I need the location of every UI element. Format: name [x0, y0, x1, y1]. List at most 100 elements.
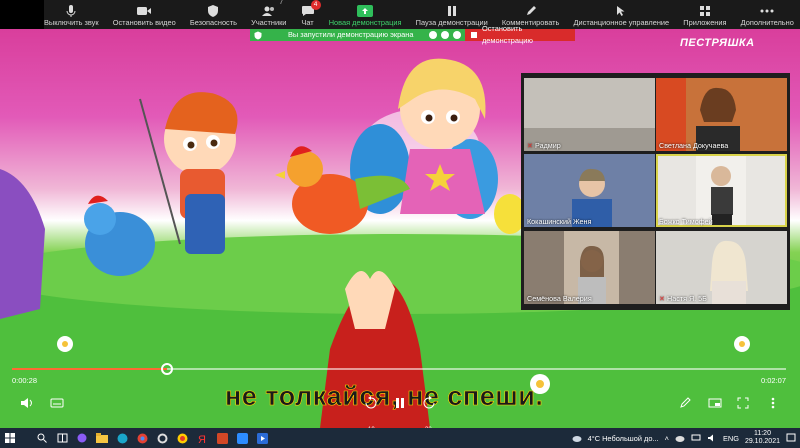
folder-icon [96, 433, 108, 443]
task-view-button[interactable] [52, 428, 72, 448]
more-button[interactable]: Дополнительно [741, 0, 794, 27]
participant-tile[interactable]: ✕ Настя Я. 5Б [656, 231, 787, 304]
shield-icon [208, 4, 219, 17]
chat-unread-badge: 4 [310, 0, 321, 10]
participant-tile[interactable]: Светлана Докучаева [656, 78, 787, 151]
speaker-icon[interactable] [707, 434, 717, 442]
yandex-button[interactable]: Я [192, 428, 212, 448]
miniplayer-icon [708, 398, 722, 408]
chrome-button[interactable] [132, 428, 152, 448]
weather-text[interactable]: 4°C Небольшой до... [588, 434, 659, 443]
task-view-icon [57, 433, 67, 443]
security-button[interactable]: Безопасность [190, 0, 237, 27]
pause-icon [447, 5, 456, 16]
edge-button[interactable] [112, 428, 132, 448]
zoom-app-icon [236, 432, 248, 444]
language-indicator[interactable]: ENG [723, 434, 739, 443]
rewind-button[interactable] [362, 394, 380, 412]
mute-button[interactable]: Выключить звук [44, 0, 99, 27]
cloud-icon[interactable] [675, 435, 685, 442]
mic-muted-icon: ✕ [527, 141, 534, 150]
apps-button[interactable]: Приложения [683, 0, 727, 27]
new-share-label: Новая демонстрация [328, 18, 402, 27]
yandex-browser-button[interactable] [172, 428, 192, 448]
participant-tile[interactable]: ✕ Радмир [524, 78, 655, 151]
participant-name: Семёнова Валерия [527, 294, 592, 303]
alice-button[interactable] [72, 428, 92, 448]
miniplayer-button[interactable] [706, 394, 724, 412]
stop-share-label: Остановить демонстрацию [481, 24, 533, 45]
search-button[interactable] [32, 428, 52, 448]
people-icon [261, 6, 274, 16]
tray-arrow-icon[interactable]: ˄ [665, 434, 669, 443]
mic-indicator-icon[interactable] [441, 31, 449, 39]
video-subtitle: не толкайся, не спеши. [225, 381, 544, 412]
more-dots-icon [771, 397, 775, 409]
video-more-button[interactable] [764, 394, 782, 412]
stop-square-icon [471, 32, 477, 38]
apps-grid-icon [699, 5, 710, 16]
chat-button[interactable]: 4 Чат [301, 0, 321, 27]
start-button[interactable] [0, 428, 20, 448]
powerpoint-button[interactable] [212, 428, 232, 448]
apps-label: Приложения [683, 18, 727, 27]
participants-button[interactable]: 7 Участники [251, 0, 286, 27]
participant-tile[interactable]: Кокашинский Женя [524, 154, 655, 227]
progress-fill [12, 368, 167, 370]
network-icon[interactable] [691, 434, 701, 442]
channel-watermark: ПЕСТРЯШКА [680, 37, 755, 49]
participant-name: ✕ Радмир [527, 141, 561, 150]
clock-time: 11:20 [753, 430, 771, 437]
chat-label: Чат [301, 18, 314, 27]
settings-button[interactable] [152, 428, 172, 448]
notifications-icon[interactable] [786, 433, 796, 443]
clock-date: 29.10.2021 [744, 438, 780, 445]
pen-icon [680, 397, 691, 408]
forward-icon [423, 396, 435, 409]
alice-icon [77, 433, 87, 443]
share-status-text: Вы запустили демонстрацию экрана [288, 30, 414, 39]
security-indicator-icon[interactable] [453, 31, 461, 39]
progress-knob[interactable] [160, 363, 173, 375]
participant-name: Кокашинский Женя [527, 217, 592, 226]
video-progress-bar[interactable] [12, 363, 786, 375]
mute-label: Выключить звук [44, 18, 99, 27]
participants-count: 7 [279, 0, 283, 6]
remote-control-button[interactable]: Дистанционное управление [574, 0, 669, 27]
participant-tile[interactable]: Семёнова Валерия [524, 231, 655, 304]
time-total: 0:02:07 [760, 376, 786, 385]
volume-button[interactable] [18, 394, 36, 412]
speaker-icon [21, 398, 32, 408]
clock[interactable]: 11:20 29.10.2021 [745, 430, 780, 446]
mic-muted-icon: ✕ [659, 294, 666, 303]
explorer-button[interactable] [92, 428, 112, 448]
draw-button[interactable] [676, 394, 694, 412]
new-share-button[interactable]: Новая демонстрация [329, 0, 402, 27]
fullscreen-button[interactable] [734, 394, 752, 412]
audio-indicator-icon[interactable] [429, 31, 437, 39]
search-icon [37, 433, 47, 443]
share-status: Вы запустили демонстрацию экрана [250, 29, 465, 41]
participant-tile-active[interactable]: Божко Тимофей [656, 154, 787, 227]
stop-share-button[interactable]: Остановить демонстрацию [465, 24, 575, 45]
weather-icon [572, 436, 582, 442]
security-label: Безопасность [189, 18, 237, 27]
pause-share-button[interactable]: Пауза демонстрации [416, 0, 488, 27]
windows-taskbar: Я 4°C Небольшой до... ˄ ENG 11:20 29.10.… [0, 428, 800, 448]
more-dots-icon [760, 9, 774, 12]
forward-button[interactable] [420, 394, 438, 412]
zoom-button[interactable] [232, 428, 252, 448]
stop-video-button[interactable]: Остановить видео [113, 0, 176, 27]
yandex-logo-icon: Я [198, 434, 206, 444]
media-player-button[interactable] [252, 428, 272, 448]
play-pause-button[interactable] [391, 394, 409, 412]
share-screen-icon [357, 4, 374, 17]
rewind-icon [365, 396, 377, 409]
captions-button[interactable] [48, 394, 66, 412]
edge-icon [117, 433, 127, 443]
pause-icon [396, 398, 404, 408]
fullscreen-icon [737, 397, 749, 409]
chrome-icon [137, 433, 147, 443]
system-tray: 4°C Небольшой до... ˄ ENG 11:20 29.10.20… [572, 428, 796, 448]
svg-text:Я: Я [198, 434, 206, 444]
